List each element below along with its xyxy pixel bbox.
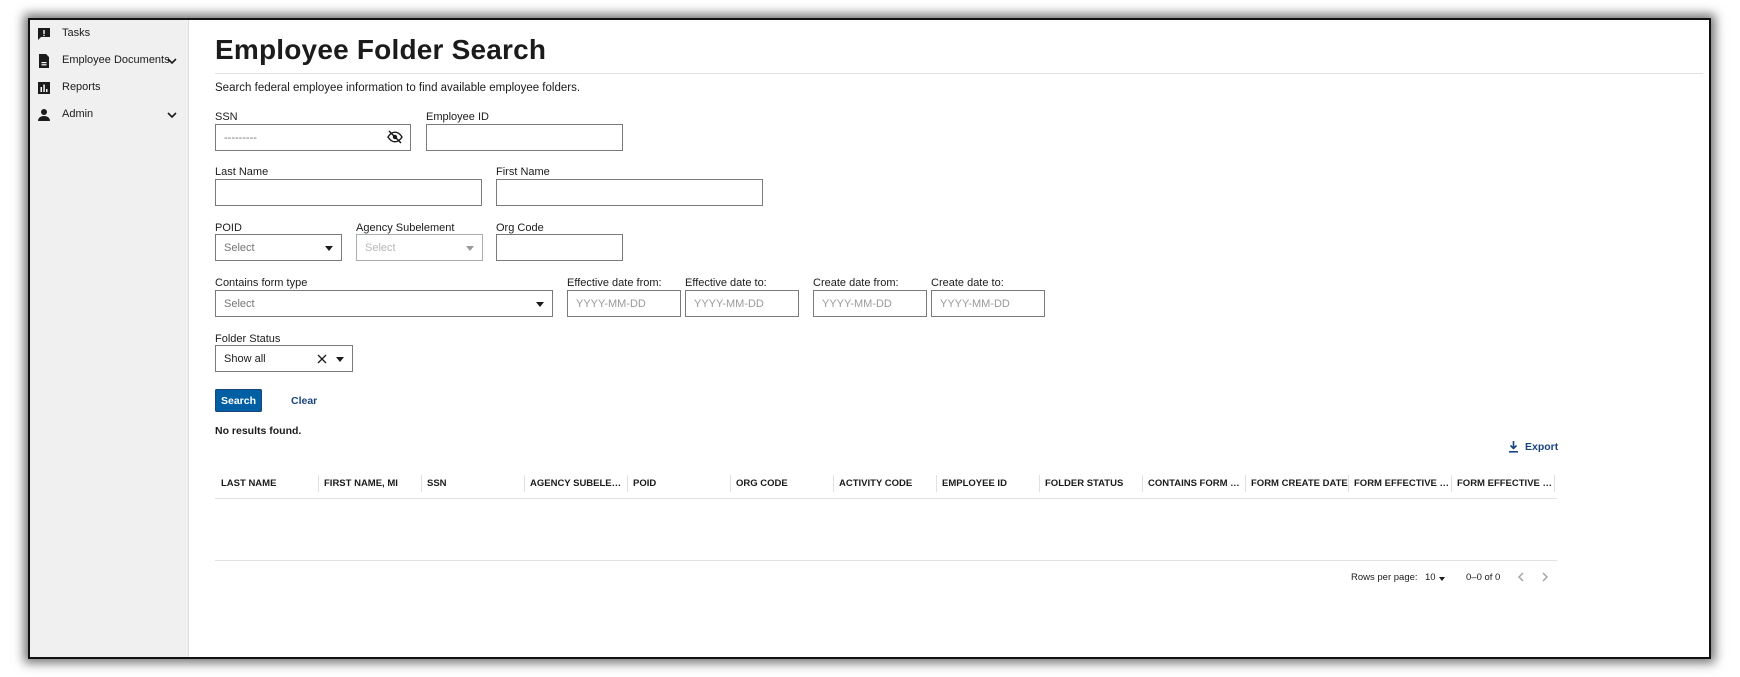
caret-down-icon xyxy=(325,246,333,251)
form-type-label: Contains form type xyxy=(215,277,308,289)
main-content: Employee Folder Search Search federal em… xyxy=(190,20,1709,657)
employee-id-label: Employee ID xyxy=(426,111,489,123)
chevron-right-icon[interactable] xyxy=(1537,569,1553,585)
document-icon xyxy=(39,54,49,68)
poid-select[interactable]: Select xyxy=(215,234,342,261)
chevron-left-icon[interactable] xyxy=(1513,569,1529,585)
first-name-input[interactable] xyxy=(496,179,763,206)
agency-subelement-select: Select xyxy=(356,234,483,261)
title-divider xyxy=(215,73,1703,74)
column-header-agency-subelement[interactable]: AGENCY SUBELEME... xyxy=(524,469,627,498)
person-icon xyxy=(38,109,50,121)
table-footer-divider xyxy=(215,560,1557,561)
sidebar-item-label: Admin xyxy=(62,108,94,120)
agency-subelement-label: Agency Subelement xyxy=(356,222,455,234)
caret-down-icon xyxy=(466,246,474,251)
eye-slash-icon[interactable] xyxy=(387,130,403,144)
first-name-label: First Name xyxy=(496,166,550,178)
column-header-form-effective-to[interactable]: FORM EFFECTIVE TO xyxy=(1451,469,1554,498)
effective-to-input[interactable] xyxy=(685,290,799,317)
poid-label: POID xyxy=(215,222,242,234)
sidebar-item-tasks[interactable]: Tasks xyxy=(30,20,189,48)
tasks-icon xyxy=(38,28,50,40)
column-divider xyxy=(1554,475,1555,492)
effective-from-label: Effective date from: xyxy=(567,277,662,289)
column-header-form-create-date[interactable]: FORM CREATE DATE xyxy=(1245,469,1348,498)
create-to-input[interactable] xyxy=(931,290,1045,317)
column-header-folder-status[interactable]: FOLDER STATUS xyxy=(1039,469,1142,498)
ssn-label: SSN xyxy=(215,111,238,123)
caret-down-icon xyxy=(536,302,544,307)
sidebar-item-label: Employee Documents xyxy=(62,54,170,66)
export-label: Export xyxy=(1525,441,1559,453)
sidebar-item-label: Tasks xyxy=(62,27,91,39)
chevron-down-icon[interactable] xyxy=(166,110,178,120)
pagination-range: 0–0 of 0 xyxy=(1466,572,1501,583)
sidebar-item-employee-documents[interactable]: Employee Documents xyxy=(30,47,189,75)
column-header-activity-code[interactable]: ACTIVITY CODE xyxy=(833,469,936,498)
form-type-select-value: Select xyxy=(224,298,255,310)
last-name-label: Last Name xyxy=(215,166,269,178)
column-header-poid[interactable]: POID xyxy=(627,469,730,498)
column-header-first-name[interactable]: FIRST NAME, MI xyxy=(318,469,421,498)
results-table-header: LAST NAME FIRST NAME, MI SSN AGENCY SUBE… xyxy=(215,469,1557,499)
sidebar: Tasks Employee Documents Reports Admin xyxy=(30,20,189,657)
caret-down-icon[interactable] xyxy=(336,357,344,362)
search-button[interactable]: Search xyxy=(215,389,262,412)
rows-per-page-label: Rows per page: xyxy=(1351,572,1418,583)
chevron-down-icon[interactable] xyxy=(166,56,178,66)
rows-per-page-select[interactable]: 10 xyxy=(1422,568,1448,586)
org-code-label: Org Code xyxy=(496,222,544,234)
ssn-input[interactable] xyxy=(215,124,411,151)
caret-down-icon xyxy=(1439,577,1445,581)
folder-status-label: Folder Status xyxy=(215,333,281,345)
folder-status-select-value: Show all xyxy=(224,353,266,365)
column-header-ssn[interactable]: SSN xyxy=(421,469,524,498)
create-from-input[interactable] xyxy=(813,290,927,317)
sidebar-item-reports[interactable]: Reports xyxy=(30,74,189,102)
effective-to-label: Effective date to: xyxy=(685,277,767,289)
rows-per-page-value: 10 xyxy=(1425,572,1436,583)
poid-select-value: Select xyxy=(224,242,255,254)
column-header-employee-id[interactable]: EMPLOYEE ID xyxy=(936,469,1039,498)
close-icon[interactable] xyxy=(317,354,327,364)
org-code-input[interactable] xyxy=(496,234,623,261)
agency-subelement-select-value: Select xyxy=(365,242,396,254)
clear-button[interactable]: Clear xyxy=(285,389,323,412)
download-icon xyxy=(1509,441,1518,453)
create-to-label: Create date to: xyxy=(931,277,1004,289)
column-header-form-effective-from[interactable]: FORM EFFECTIVE FR... xyxy=(1348,469,1451,498)
employee-id-input[interactable] xyxy=(426,124,623,151)
effective-from-input[interactable] xyxy=(567,290,681,317)
page-subtitle: Search federal employee information to f… xyxy=(215,82,581,94)
sidebar-item-admin[interactable]: Admin xyxy=(30,101,189,129)
folder-status-select[interactable]: Show all xyxy=(215,345,353,372)
page-title: Employee Folder Search xyxy=(215,34,547,65)
column-header-org-code[interactable]: ORG CODE xyxy=(730,469,833,498)
form-type-select[interactable]: Select xyxy=(215,290,553,317)
column-header-contains-form-type[interactable]: CONTAINS FORM TY... xyxy=(1142,469,1245,498)
sidebar-item-label: Reports xyxy=(62,81,101,93)
bar-chart-icon xyxy=(38,82,50,94)
no-results-message: No results found. xyxy=(215,425,302,437)
column-header-last-name[interactable]: LAST NAME xyxy=(215,469,318,498)
export-button[interactable]: Export xyxy=(1508,441,1558,453)
create-from-label: Create date from: xyxy=(813,277,899,289)
last-name-input[interactable] xyxy=(215,179,482,206)
app-window: Tasks Employee Documents Reports Admin E… xyxy=(28,18,1711,659)
